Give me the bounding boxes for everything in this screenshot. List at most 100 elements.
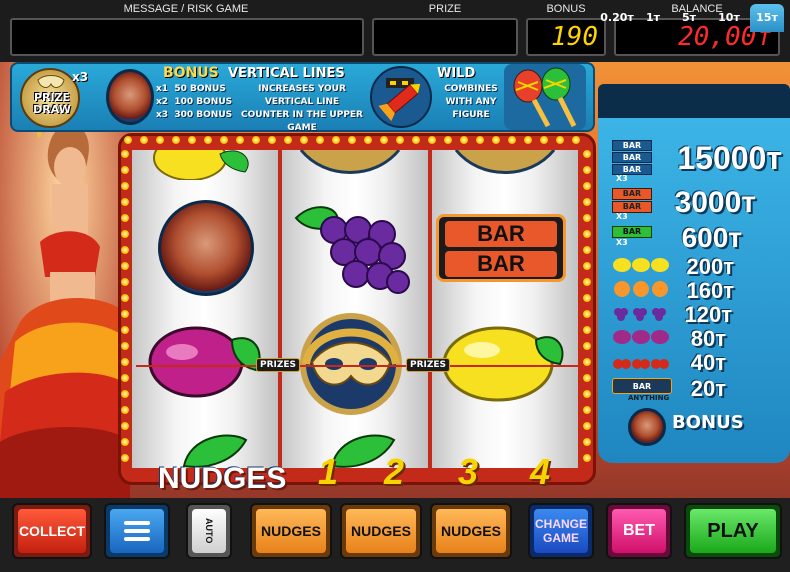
marquee-bulb xyxy=(556,136,564,144)
change-game-button[interactable]: CHANGE GAME xyxy=(528,503,594,559)
collect-button[interactable]: COLLECT xyxy=(12,503,92,559)
marquee-bulb xyxy=(524,136,532,144)
lemon-icon xyxy=(153,150,249,180)
marquee-bulb xyxy=(121,262,129,270)
marquee-bulb xyxy=(204,136,212,144)
marquee-bulb xyxy=(300,136,308,144)
marquee-bulb xyxy=(121,390,129,398)
bet-tab[interactable]: 5т xyxy=(672,4,706,32)
marquee-bulb xyxy=(124,136,132,144)
marquee-bulb xyxy=(583,294,591,302)
marquee-bulb xyxy=(380,136,388,144)
menu-button[interactable] xyxy=(104,503,170,559)
x3-label: X3 xyxy=(616,212,628,221)
paytable-row: BAR BAR BAR X3 15000т xyxy=(612,140,782,184)
mask-icon xyxy=(299,150,401,174)
paytable-row: BAR ANYTHING 20т xyxy=(612,376,782,402)
marquee-bulb xyxy=(460,136,468,144)
paytable-row: 40т xyxy=(612,350,782,375)
marquee-bulb xyxy=(121,342,129,350)
marquee-bulb xyxy=(268,136,276,144)
bonus-row: x1 50 BONUS xyxy=(156,84,226,94)
hamburger-menu-icon xyxy=(124,521,150,541)
marquee-bulb xyxy=(583,342,591,350)
marquee-bulb xyxy=(121,278,129,286)
paytable-value: 120т xyxy=(684,302,732,327)
bonus-portrait-icon xyxy=(106,69,154,125)
marquee-bulb xyxy=(583,374,591,382)
marquee-bulb xyxy=(284,136,292,144)
firework-rocket-icon xyxy=(370,66,432,128)
marquee-bulb xyxy=(121,422,129,430)
paytable-value: 3000т xyxy=(674,186,756,219)
bar-label: BAR xyxy=(445,251,557,277)
message-label: MESSAGE / RISK GAME xyxy=(123,3,249,15)
bar-double-symbol: BAR BAR xyxy=(436,214,566,282)
bet-tab[interactable]: 1т xyxy=(636,4,670,32)
marquee-bulb xyxy=(476,136,484,144)
bar-double-icon: BAR xyxy=(612,188,652,200)
bet-denomination-tabs xyxy=(598,84,790,118)
bet-button[interactable]: BET xyxy=(606,503,672,559)
auto-button[interactable]: AUTO xyxy=(186,503,232,559)
play-button[interactable]: PLAY xyxy=(684,503,782,559)
maracas-icon xyxy=(504,64,586,130)
marquee-bulb xyxy=(583,278,591,286)
marquee-bulb xyxy=(140,136,148,144)
wild-title: WILD xyxy=(437,66,476,81)
nudges-button-label: NUDGES xyxy=(436,509,506,553)
marquee-bulb xyxy=(121,294,129,302)
any-bar-icon: BAR xyxy=(612,378,672,394)
bet-tab[interactable]: 0.20т xyxy=(600,4,634,32)
reel-3 xyxy=(432,150,578,468)
marquee-bulb xyxy=(540,136,548,144)
grapes-icon xyxy=(294,206,410,294)
prizes-label-right: PRIZES xyxy=(406,358,451,372)
marquee-bulb xyxy=(396,136,404,144)
marquee-bulb xyxy=(583,214,591,222)
bet-tab[interactable]: 10т xyxy=(712,4,746,32)
marquee-bulb xyxy=(348,136,356,144)
paytable-row: BAR X3 600т xyxy=(612,222,782,253)
bonus-rows: x1 50 BONUS x2 100 BONUS x3 300 BONUS xyxy=(156,83,232,122)
marquee-bulb xyxy=(492,136,500,144)
marquee-bulb xyxy=(121,358,129,366)
plum-icon xyxy=(148,326,261,398)
nudges-button-3[interactable]: NUDGES xyxy=(430,503,512,559)
marquee-bulb xyxy=(583,198,591,206)
marquee-bulb xyxy=(188,136,196,144)
x3-label: X3 xyxy=(616,174,628,183)
marquee-bulb xyxy=(583,326,591,334)
marquee-bulb xyxy=(572,136,580,144)
marquee-bulb xyxy=(121,166,129,174)
mask-icon xyxy=(454,150,556,174)
anything-label: ANYTHING xyxy=(628,394,670,402)
bar-triple-icon: BAR xyxy=(612,152,652,163)
marquee-bulb xyxy=(121,326,129,334)
bet-tab-active[interactable]: 15т xyxy=(750,4,784,32)
nudges-button-1[interactable]: NUDGES xyxy=(250,503,332,559)
bar-label: BAR xyxy=(445,221,557,247)
prize-draw-badge: PRIZE DRAW x3 xyxy=(14,64,100,130)
nudges-button-label: NUDGES xyxy=(256,509,326,553)
reel-2 xyxy=(282,150,428,468)
nudge-number: 4 xyxy=(530,451,551,492)
marquee-bulb xyxy=(583,230,591,238)
marquee-bulb xyxy=(316,136,324,144)
nudges-label: NUDGES xyxy=(158,462,287,495)
cherry-icon xyxy=(613,359,669,369)
paytable-value: 160т xyxy=(686,278,734,303)
message-display xyxy=(10,18,364,56)
x3-label: X3 xyxy=(616,238,628,247)
nudges-button-2[interactable]: NUDGES xyxy=(340,503,422,559)
marquee-bulb xyxy=(121,230,129,238)
marquee-bulb xyxy=(583,406,591,414)
marquee-bulb xyxy=(121,406,129,414)
marquee-bulb xyxy=(121,182,129,190)
collect-button-label: COLLECT xyxy=(18,509,86,553)
prizes-label-left: PRIZES xyxy=(256,358,301,372)
paytable-bonus-label: BONUS xyxy=(672,412,744,433)
marquee-bulb xyxy=(583,390,591,398)
bonus-portrait-icon xyxy=(628,408,666,446)
play-button-label: PLAY xyxy=(690,509,776,553)
